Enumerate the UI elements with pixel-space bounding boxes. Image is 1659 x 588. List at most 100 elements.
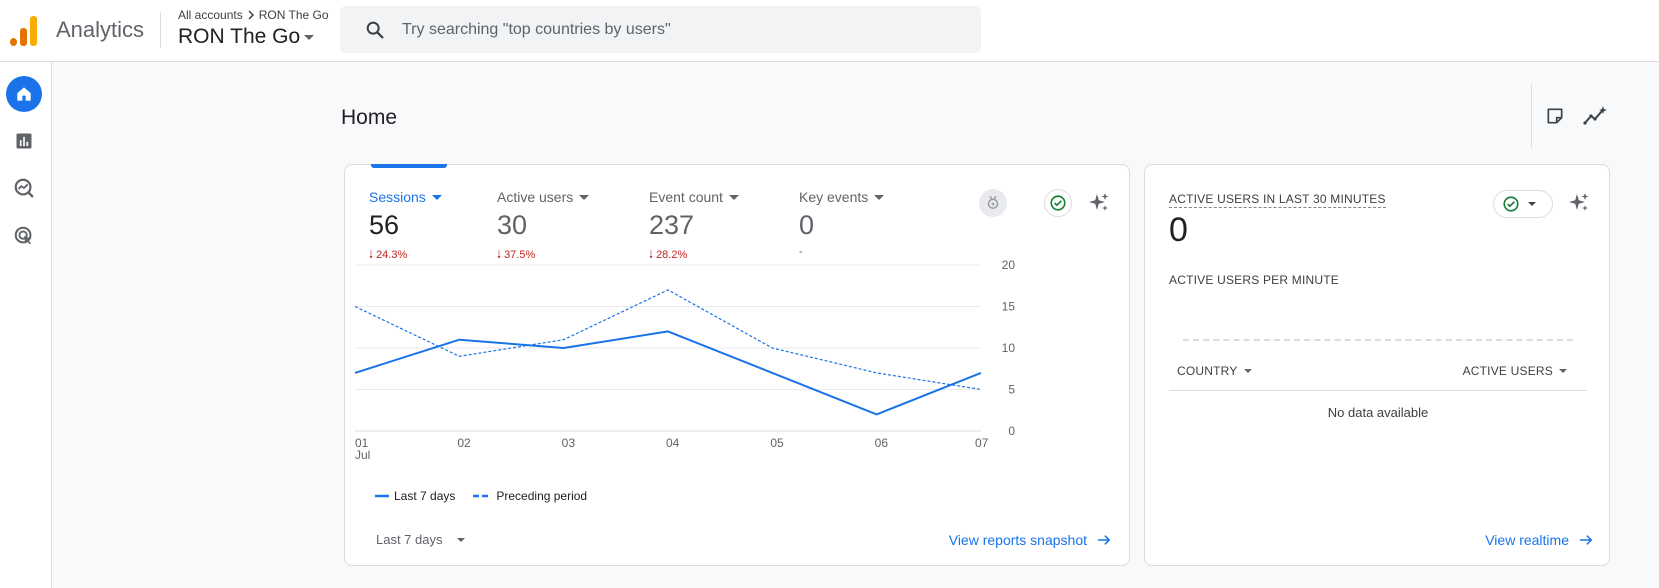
metric-tab-sessions[interactable]: Sessions 56 🠓 24.3% xyxy=(369,189,442,265)
metric-value: 0 xyxy=(799,210,815,240)
caret-down-icon xyxy=(456,537,465,542)
page-title: Home xyxy=(341,106,398,129)
app-name: Analytics xyxy=(56,17,145,42)
metric-tab-key-events[interactable]: Key events 0 - xyxy=(799,189,885,258)
badge-icon xyxy=(987,195,999,209)
series-line-preceding-period xyxy=(354,289,982,391)
x-tick-label: 03 xyxy=(562,436,576,450)
check-circle-icon xyxy=(1050,195,1066,211)
sparkle-icon xyxy=(1089,193,1109,211)
arrow-forward-icon xyxy=(1097,535,1111,545)
nav-advertising[interactable] xyxy=(6,218,42,254)
column-header-active-users[interactable]: ACTIVE USERS xyxy=(1463,364,1567,378)
sessions-line-chart: 0510152001 02 03 04 05 06 07Jul xyxy=(354,258,1016,462)
arrow-forward-icon xyxy=(1579,535,1593,545)
side-navigation xyxy=(0,62,52,588)
no-data-message: No data available xyxy=(1327,405,1429,420)
realtime-card: ACTIVE USERS IN LAST 30 MINUTES 0 ACTIVE… xyxy=(1144,164,1610,566)
caret-down-icon xyxy=(874,194,885,200)
per-minute-label: ACTIVE USERS PER MINUTE xyxy=(1169,273,1339,287)
nav-reports[interactable] xyxy=(6,123,42,159)
realtime-title[interactable]: ACTIVE USERS IN LAST 30 MINUTES xyxy=(1169,192,1386,208)
realtime-value: 0 xyxy=(1169,211,1188,249)
x-tick-label: 04 xyxy=(666,436,680,450)
metric-label: Active users xyxy=(497,189,574,205)
header-divider xyxy=(160,12,161,48)
metric-label: Key events xyxy=(799,189,869,205)
x-tick-label: 07 xyxy=(975,436,989,450)
column-header-country[interactable]: COUNTRY xyxy=(1177,364,1252,378)
solid-line-swatch xyxy=(375,494,389,498)
home-icon xyxy=(17,87,31,101)
insights-button[interactable] xyxy=(1582,103,1608,129)
search-bar[interactable] xyxy=(340,6,981,53)
legend-item-current: Last 7 days xyxy=(375,489,455,503)
bar-chart-icon xyxy=(16,133,32,149)
series-line-last-7-days xyxy=(354,330,982,416)
link-label: View realtime xyxy=(1485,532,1569,548)
caret-down-icon xyxy=(431,194,442,200)
ai-insights-button[interactable] xyxy=(1565,189,1593,217)
caret-down-icon xyxy=(304,34,315,40)
top-app-bar: Analytics All accounts RON The Go RON Th… xyxy=(0,0,1659,62)
chevron-right-icon xyxy=(248,10,254,20)
x-tick-label: 02 xyxy=(457,436,471,450)
dashed-line-swatch xyxy=(473,494,492,498)
notes-button[interactable] xyxy=(1542,103,1568,129)
legend-label: Preceding period xyxy=(496,489,588,503)
caret-down-icon xyxy=(1528,202,1536,206)
metric-value: 30 xyxy=(497,210,528,240)
nav-explore[interactable] xyxy=(6,170,42,206)
per-minute-chart-baseline xyxy=(1183,339,1573,341)
view-realtime-link[interactable]: View realtime xyxy=(1485,532,1593,548)
view-reports-snapshot-link[interactable]: View reports snapshot xyxy=(949,532,1111,548)
metric-label: Event count xyxy=(649,189,723,205)
explore-icon xyxy=(14,178,34,198)
toolbar-divider xyxy=(1531,84,1532,148)
advertising-target-icon xyxy=(14,226,32,245)
caret-down-icon xyxy=(1559,369,1567,373)
search-icon xyxy=(366,21,384,38)
y-tick-label: 15 xyxy=(1002,300,1016,314)
caret-down-icon xyxy=(1243,369,1252,373)
link-label: View reports snapshot xyxy=(948,532,1087,548)
y-tick-label: 20 xyxy=(1002,258,1016,272)
metric-tab-event-count[interactable]: Event count 237 🠓 28.2% xyxy=(649,189,739,265)
realtime-quality-dropdown[interactable] xyxy=(1493,190,1553,218)
breadcrumb-root[interactable]: All accounts xyxy=(178,8,243,22)
metric-value: 237 xyxy=(649,210,695,240)
realtime-table-header: COUNTRY ACTIVE USERS xyxy=(1169,345,1587,391)
date-range-label: Last 7 days xyxy=(376,532,443,547)
legend-item-previous: Preceding period xyxy=(473,489,587,503)
sticky-note-icon xyxy=(1547,108,1563,124)
metric-tab-active-users[interactable]: Active users 30 🠓 37.5% xyxy=(497,189,590,265)
metric-label: Sessions xyxy=(369,189,426,205)
recommendation-badge[interactable] xyxy=(979,189,1007,217)
metric-value: 56 xyxy=(369,210,400,240)
ai-insights-button[interactable] xyxy=(1085,189,1113,217)
chart-legend: Last 7 days Preceding period xyxy=(375,489,587,503)
property-selector[interactable]: RON The Go xyxy=(178,25,315,49)
y-tick-label: 5 xyxy=(1008,383,1015,397)
breadcrumb-account[interactable]: RON The Go xyxy=(259,8,329,22)
legend-label: Last 7 days xyxy=(394,489,456,503)
caret-down-icon xyxy=(579,194,590,200)
x-tick-label: 06 xyxy=(875,436,889,450)
date-range-selector[interactable]: Last 7 days xyxy=(376,532,465,547)
check-circle-icon xyxy=(1503,196,1519,212)
x-tick-label: 05 xyxy=(770,436,784,450)
analytics-logo-icon[interactable] xyxy=(10,16,38,46)
x-tick-sublabel: Jul xyxy=(355,448,370,462)
caret-down-icon xyxy=(728,194,739,200)
overview-card: Sessions 56 🠓 24.3% Active users 30 🠓 37… xyxy=(344,164,1130,566)
property-name: RON The Go xyxy=(178,25,301,48)
nav-home[interactable] xyxy=(6,76,42,112)
data-quality-button[interactable] xyxy=(1044,189,1072,217)
y-tick-label: 10 xyxy=(1002,341,1016,355)
search-input[interactable] xyxy=(402,20,942,39)
y-tick-label: 0 xyxy=(1008,424,1015,438)
breadcrumb[interactable]: All accounts RON The Go xyxy=(178,8,329,22)
selected-tab-indicator xyxy=(371,164,447,168)
insights-sparkline-icon xyxy=(1583,106,1607,125)
sparkle-icon xyxy=(1569,193,1589,211)
